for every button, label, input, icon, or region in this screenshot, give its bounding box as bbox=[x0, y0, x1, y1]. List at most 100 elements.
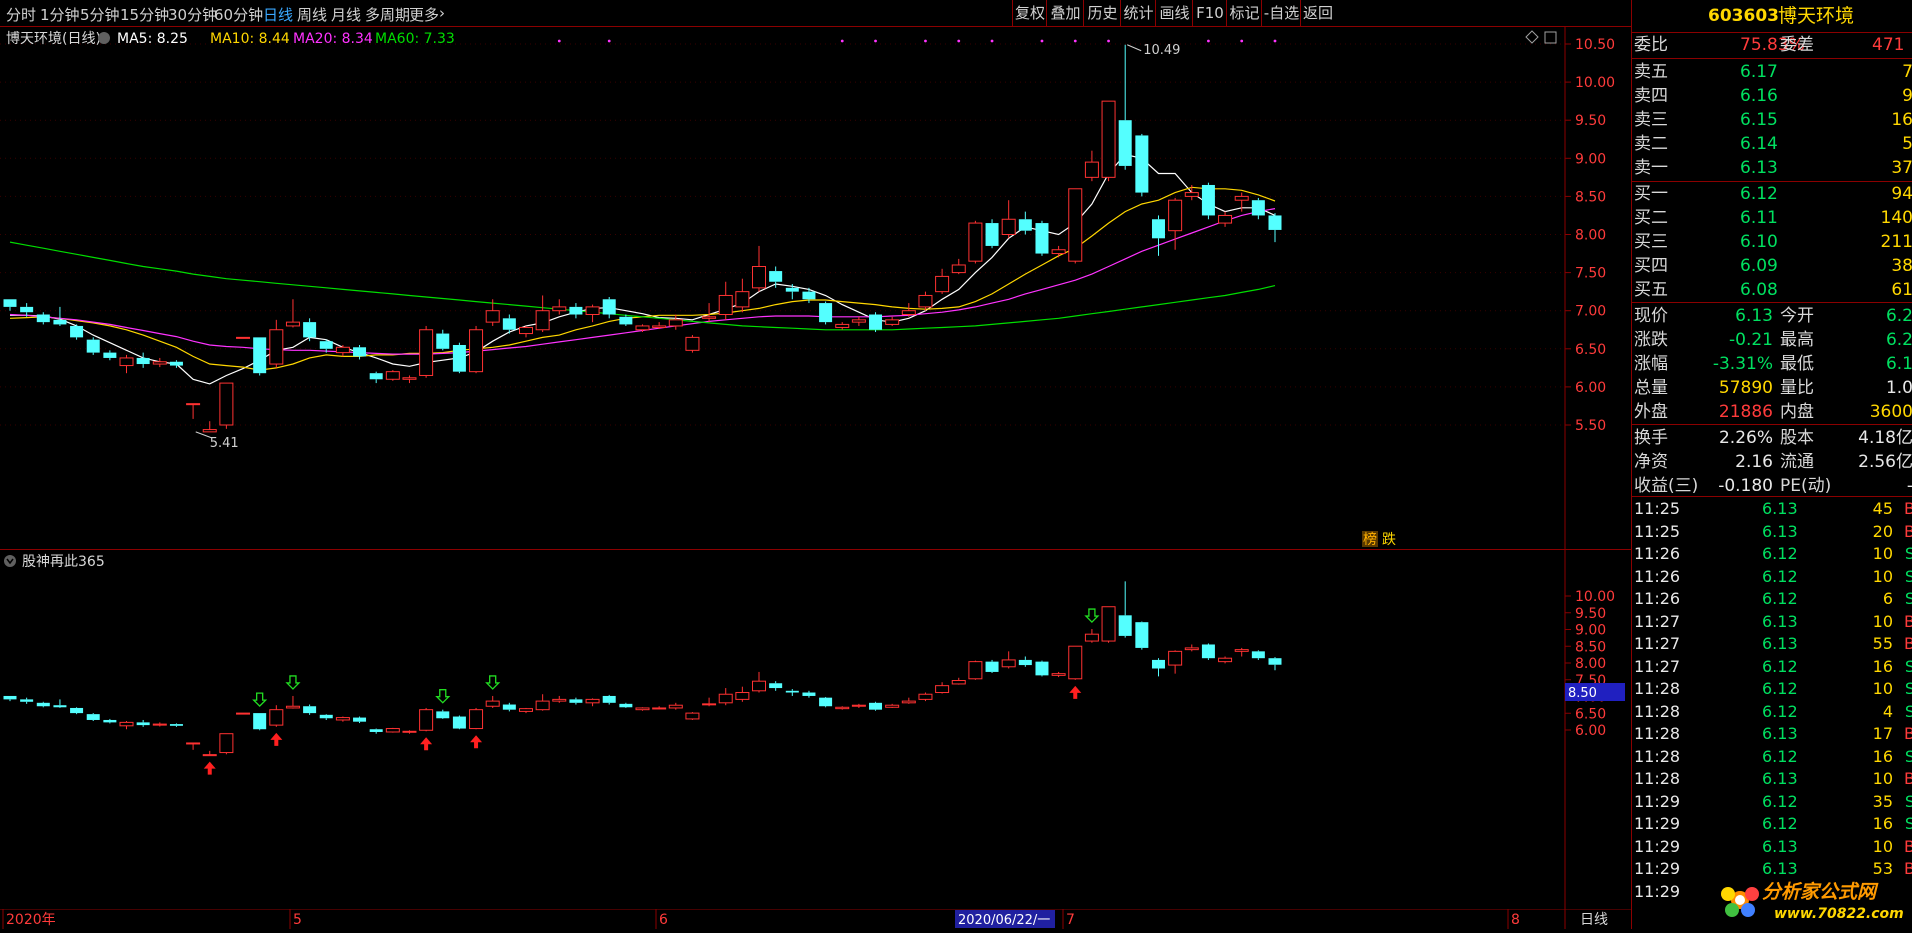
candle[interactable] bbox=[535, 295, 550, 333]
candle[interactable] bbox=[1118, 44, 1132, 170]
ask-row[interactable]: 卖四 6.16 9 bbox=[1632, 84, 1912, 108]
ind-candle[interactable] bbox=[718, 688, 733, 706]
period-tab-3[interactable]: 15分钟 bbox=[120, 4, 169, 25]
ask-row[interactable]: 卖三 6.15 16 bbox=[1632, 108, 1912, 132]
ind-candle[interactable] bbox=[353, 716, 367, 724]
toolbar-button-4[interactable]: 画线 bbox=[1155, 0, 1193, 26]
ind-candle[interactable] bbox=[1135, 621, 1149, 650]
ind-candle[interactable] bbox=[119, 721, 134, 730]
ind-candle[interactable] bbox=[1268, 657, 1282, 671]
ind-candle[interactable] bbox=[319, 714, 333, 720]
ind-candle[interactable] bbox=[303, 704, 317, 715]
more-chevron-icon[interactable]: › bbox=[439, 4, 445, 22]
candle[interactable] bbox=[419, 325, 434, 378]
candle[interactable] bbox=[968, 220, 983, 264]
candle[interactable] bbox=[1101, 100, 1116, 182]
candle[interactable] bbox=[1168, 197, 1183, 250]
ind-candle[interactable] bbox=[20, 697, 34, 704]
toolbar-button-8[interactable]: 返回 bbox=[1300, 0, 1335, 26]
period-tab-5[interactable]: 60分钟 bbox=[214, 4, 263, 25]
ind-candle[interactable] bbox=[885, 703, 900, 708]
ind-candle[interactable] bbox=[752, 671, 767, 693]
ind-candle[interactable] bbox=[136, 719, 150, 727]
ind-candle[interactable] bbox=[1218, 656, 1233, 664]
ind-candle[interactable] bbox=[819, 696, 833, 708]
candle[interactable] bbox=[1268, 213, 1282, 243]
ind-candle[interactable] bbox=[1184, 644, 1199, 652]
toolbar-button-0[interactable]: 复权 bbox=[1012, 0, 1047, 26]
ind-candle[interactable] bbox=[585, 698, 600, 707]
toolbar-button-6[interactable]: 标记 bbox=[1226, 0, 1262, 26]
candle[interactable] bbox=[136, 352, 150, 368]
ind-candle[interactable] bbox=[1101, 606, 1116, 643]
ind-candle[interactable] bbox=[1168, 650, 1183, 674]
ind-candle[interactable] bbox=[186, 742, 201, 750]
ind-candle[interactable] bbox=[36, 701, 50, 708]
toolbar-button-2[interactable]: 历史 bbox=[1083, 0, 1121, 26]
candle[interactable] bbox=[685, 335, 700, 353]
ind-candle[interactable] bbox=[685, 712, 700, 720]
candle[interactable] bbox=[885, 316, 900, 326]
toolbar-button-3[interactable]: 统计 bbox=[1120, 0, 1156, 26]
candle[interactable] bbox=[901, 303, 916, 317]
period-tab-7[interactable]: 周线 bbox=[297, 4, 327, 25]
candle[interactable] bbox=[1051, 245, 1066, 258]
candle[interactable] bbox=[819, 301, 833, 325]
ind-candle[interactable] bbox=[502, 702, 516, 712]
candle[interactable] bbox=[53, 306, 67, 326]
candle[interactable] bbox=[452, 342, 466, 374]
candle[interactable] bbox=[119, 354, 134, 374]
legend-toggle-icon[interactable] bbox=[98, 32, 110, 44]
candle[interactable] bbox=[469, 325, 484, 374]
ask-row[interactable]: 卖五 6.17 7 bbox=[1632, 60, 1912, 84]
window-icon[interactable] bbox=[1544, 31, 1557, 44]
toolbar-button-5[interactable]: F10 bbox=[1192, 0, 1227, 26]
ind-candle[interactable] bbox=[103, 718, 117, 724]
candle[interactable] bbox=[253, 337, 267, 376]
candle[interactable] bbox=[335, 344, 350, 357]
candle[interactable] bbox=[1068, 188, 1083, 264]
ind-candle[interactable] bbox=[635, 707, 650, 711]
candle[interactable] bbox=[718, 281, 733, 320]
ind-candle[interactable] bbox=[918, 692, 933, 702]
period-tab-1[interactable]: 1分钟 bbox=[40, 4, 80, 25]
ind-candle[interactable] bbox=[1251, 650, 1265, 660]
ind-candle[interactable] bbox=[569, 697, 583, 705]
ind-candle[interactable] bbox=[419, 707, 434, 732]
ind-candle[interactable] bbox=[1084, 629, 1099, 643]
candle[interactable] bbox=[602, 296, 616, 319]
candle[interactable] bbox=[269, 319, 284, 368]
ind-candle[interactable] bbox=[802, 690, 816, 698]
period-tab-9[interactable]: 多周期 bbox=[365, 4, 410, 25]
ind-candle[interactable] bbox=[1035, 660, 1049, 677]
candle[interactable] bbox=[652, 322, 667, 329]
candle[interactable] bbox=[186, 403, 201, 419]
ind-candle[interactable] bbox=[652, 706, 667, 710]
ind-candle[interactable] bbox=[1018, 656, 1032, 667]
candle[interactable] bbox=[569, 303, 583, 319]
candle[interactable] bbox=[385, 370, 400, 381]
toolbar-button-1[interactable]: 叠加 bbox=[1046, 0, 1084, 26]
candle[interactable] bbox=[36, 312, 50, 325]
candle[interactable] bbox=[1151, 215, 1165, 256]
candle[interactable] bbox=[169, 360, 183, 368]
candle[interactable] bbox=[985, 219, 999, 249]
ind-candle[interactable] bbox=[86, 713, 100, 721]
bid-row[interactable]: 买三 6.10 211 bbox=[1632, 230, 1912, 254]
ind-candle[interactable] bbox=[1118, 581, 1132, 638]
candle[interactable] bbox=[402, 375, 417, 384]
period-tab-8[interactable]: 月线 bbox=[331, 4, 361, 25]
candle[interactable] bbox=[1001, 200, 1016, 239]
ind-candle[interactable] bbox=[385, 727, 400, 733]
bid-row[interactable]: 买二 6.11 140 bbox=[1632, 206, 1912, 230]
collapse-icon[interactable] bbox=[4, 555, 16, 567]
ind-candle[interactable] bbox=[152, 722, 167, 727]
ind-candle[interactable] bbox=[253, 713, 267, 731]
candle[interactable] bbox=[236, 336, 251, 339]
candle[interactable] bbox=[1251, 197, 1265, 220]
ind-candle[interactable] bbox=[518, 707, 533, 714]
candle[interactable] bbox=[3, 299, 17, 311]
ind-candle[interactable] bbox=[202, 750, 217, 757]
ind-candle[interactable] bbox=[369, 728, 383, 734]
bid-row[interactable]: 买五 6.08 61 bbox=[1632, 278, 1912, 302]
